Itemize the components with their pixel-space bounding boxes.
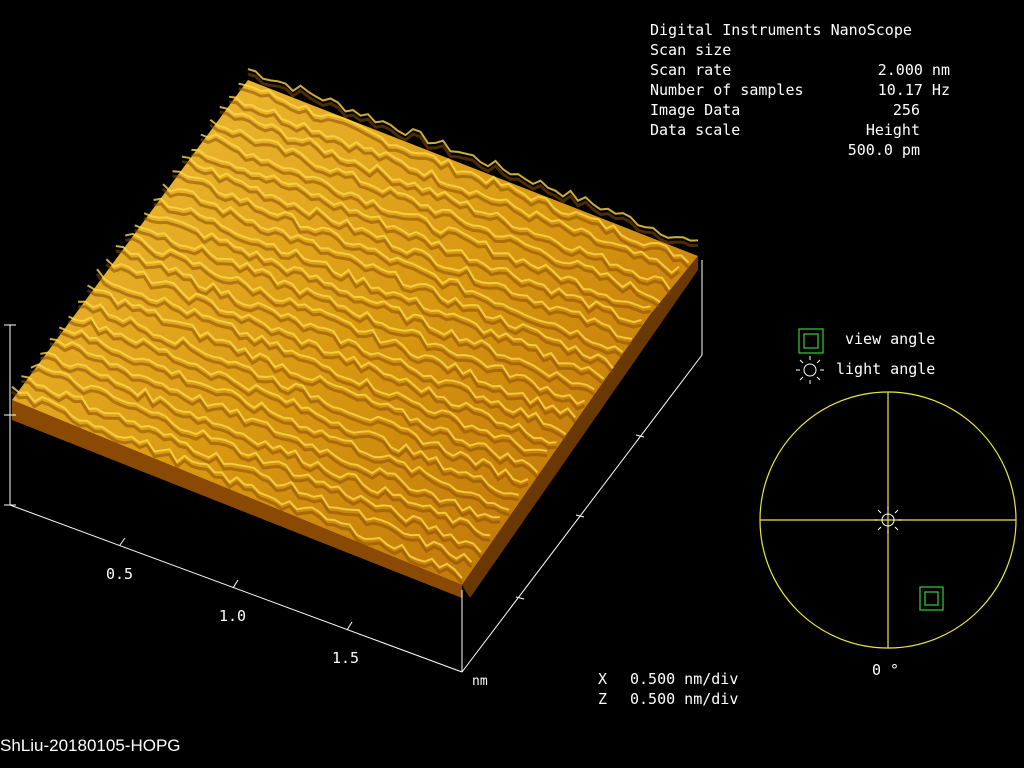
z-scale-axis: Z xyxy=(598,690,608,708)
angle-dial[interactable] xyxy=(759,391,1017,649)
view-angle-label: view angle xyxy=(845,330,936,348)
x-scale-value: 0.500 nm/div xyxy=(630,670,739,688)
x-tick-label: 1.5 xyxy=(332,649,360,667)
dial-view-square-icon[interactable] xyxy=(919,586,944,611)
axis-unit-label: nm xyxy=(472,674,488,689)
surface-plot xyxy=(4,68,1017,673)
x-tick xyxy=(119,537,126,546)
sun-icon xyxy=(796,356,824,384)
x-tick-label: 0.5 xyxy=(106,565,134,583)
light-angle-label: light angle xyxy=(836,360,936,378)
x-tick xyxy=(232,579,239,589)
x-tick-label: 1.0 xyxy=(219,607,247,625)
filename-label: ShLiu-20180105-HOPG xyxy=(0,736,181,755)
x-scale-axis: X xyxy=(598,670,608,688)
square-icon xyxy=(798,328,824,354)
angle-readout: 0 ° xyxy=(872,661,900,679)
z-scale-value: 0.500 nm/div xyxy=(630,690,739,708)
x-tick xyxy=(346,621,353,631)
